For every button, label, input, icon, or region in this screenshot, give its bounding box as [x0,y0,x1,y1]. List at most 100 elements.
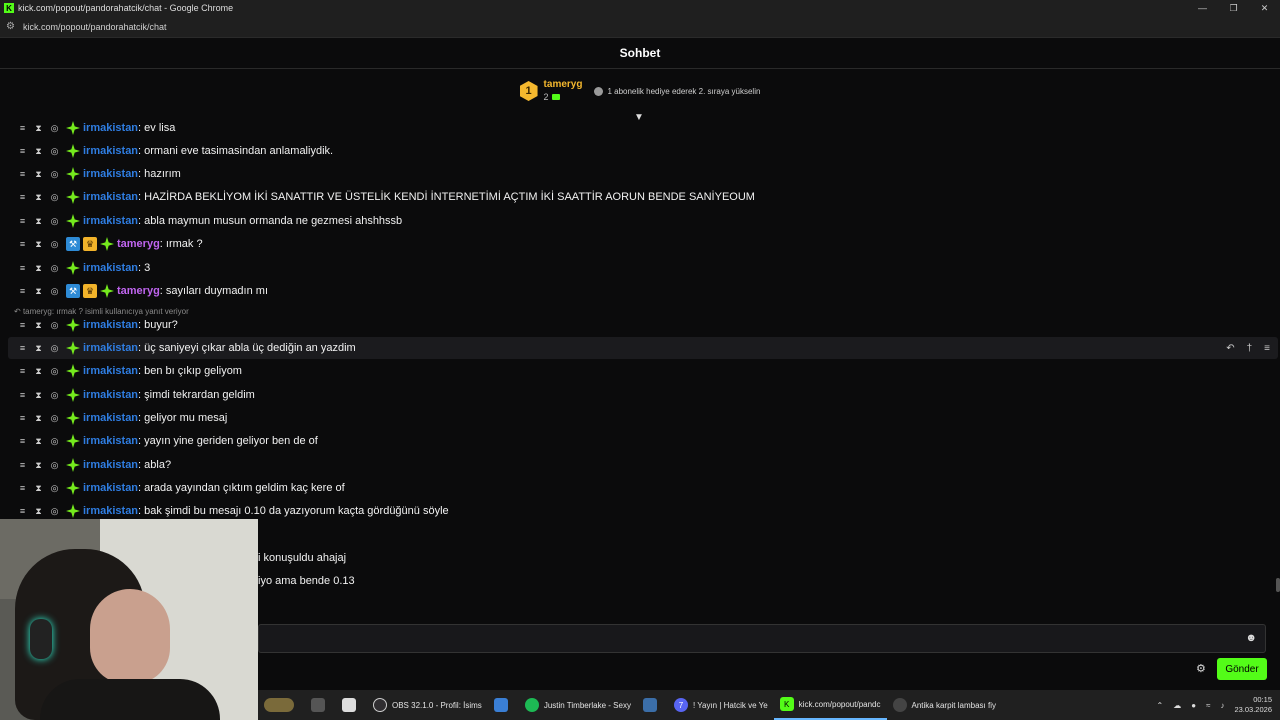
message-username[interactable]: irmakistan [83,435,138,447]
delete-message-icon[interactable]: ≡ [18,123,27,133]
ban-icon[interactable]: ◎ [50,216,59,227]
delete-message-icon[interactable]: ≡ [18,192,27,202]
ban-icon[interactable]: ◎ [50,343,59,354]
ban-icon[interactable]: ◎ [50,436,59,447]
chat-message[interactable]: ≡ ⧗ ◎ irmakistan: üç saniyeyi çıkar abla üç… [8,337,1278,359]
timeout-icon[interactable]: ⧗ [34,390,43,401]
timeout-icon[interactable]: ⧗ [34,436,43,447]
ban-icon[interactable]: ◎ [50,413,59,424]
delete-message-icon[interactable]: ≡ [18,413,27,423]
message-username[interactable]: irmakistan [83,122,138,134]
ban-icon[interactable]: ◎ [50,460,59,471]
timeout-icon[interactable]: ⧗ [34,146,43,157]
ban-icon[interactable]: ◎ [50,123,59,134]
timeout-icon[interactable]: ⧗ [34,192,43,203]
taskbar-discord[interactable]: 7! Yayın | Hatcik ve Ye [668,690,774,720]
message-username[interactable]: tameryg [117,238,160,250]
message-username[interactable]: irmakistan [83,262,138,274]
ban-icon[interactable]: ◎ [50,169,59,180]
pin-icon[interactable]: † [1247,343,1253,354]
chat-message[interactable]: ≡ ⧗ ◎ irmakistan: yayın yine geriden geliyo… [8,430,1278,452]
site-info-icon[interactable]: ⚙ [6,21,15,32]
timeout-icon[interactable]: ⧗ [34,216,43,227]
ban-icon[interactable]: ◎ [50,286,59,297]
clock[interactable]: 00:15 23.03.2026 [1234,695,1272,715]
delete-message-icon[interactable]: ≡ [18,239,27,249]
ban-icon[interactable]: ◎ [50,263,59,274]
taskbar-store[interactable] [488,690,519,720]
message-username[interactable]: irmakistan [83,459,138,471]
timeout-icon[interactable]: ⧗ [34,366,43,377]
timeout-icon[interactable]: ⧗ [34,320,43,331]
gift-leaderboard[interactable]: 1 tameryg 2 1 abonelik hediye ederek 2. … [0,70,1280,112]
delete-message-icon[interactable]: ≡ [18,286,27,296]
chat-message[interactable]: ≡ ⧗ ◎ ⚒ ♛ tameryg: sayıları duymadın mı [8,280,1278,302]
message-username[interactable]: irmakistan [83,389,138,401]
ban-icon[interactable]: ◎ [50,320,59,331]
delete-icon[interactable]: ≡ [1264,343,1270,354]
cloud-icon[interactable]: ☁ [1173,701,1181,710]
timeout-icon[interactable]: ⧗ [34,343,43,354]
message-username[interactable]: irmakistan [83,342,138,354]
chat-message[interactable]: ≡ ⧗ ◎ ⚒ ♛ tameryg: ırmak ? [8,233,1278,255]
chat-message[interactable]: ≡ ⧗ ◎ irmakistan: buyur? [8,314,1278,336]
delete-message-icon[interactable]: ≡ [18,460,27,470]
mic-icon[interactable]: ● [1191,701,1196,710]
chat-message[interactable]: ≡ ⧗ ◎ irmakistan: şimdi tekrardan geldim [8,384,1278,406]
chat-message[interactable]: ≡ ⧗ ◎ irmakistan: geliyor mu mesaj [8,407,1278,429]
taskbar-chrome-kick[interactable]: Kkick.com/popout/pandc [773,690,887,720]
delete-message-icon[interactable]: ≡ [18,263,27,273]
taskbar-spotify[interactable]: Justin Timberlake - Sexy [519,690,637,720]
volume-icon[interactable]: ♪ [1220,701,1224,710]
timeout-icon[interactable]: ⧗ [34,413,43,424]
delete-message-icon[interactable]: ≡ [18,390,27,400]
chat-input[interactable]: ☻ [258,624,1266,653]
chat-settings-icon[interactable]: ⚙ [1196,662,1206,675]
timeout-icon[interactable]: ⧗ [34,286,43,297]
address-bar[interactable]: ⚙ kick.com/popout/pandorahatcik/chat [0,16,1280,38]
delete-message-icon[interactable]: ≡ [18,169,27,179]
chat-message[interactable]: ≡ ⧗ ◎ irmakistan: abla maymun musun ormanda… [8,210,1278,232]
chat-scrollbar[interactable] [1276,578,1280,592]
taskbar-taskview[interactable] [305,690,336,720]
ban-icon[interactable]: ◎ [50,366,59,377]
message-username[interactable]: irmakistan [83,215,138,227]
chat-message[interactable]: ≡ ⧗ ◎ irmakistan: hazırım [8,163,1278,185]
ban-icon[interactable]: ◎ [50,390,59,401]
chat-message[interactable]: ≡ ⧗ ◎ irmakistan: arada yayından çıktım gel… [8,477,1278,499]
delete-message-icon[interactable]: ≡ [18,366,27,376]
timeout-icon[interactable]: ⧗ [34,239,43,250]
chevron-up-icon[interactable]: ⌃ [1157,701,1164,710]
timeout-icon[interactable]: ⧗ [34,169,43,180]
chat-message[interactable]: ≡ ⧗ ◎ irmakistan: abla? [8,454,1278,476]
message-username[interactable]: irmakistan [83,412,138,424]
delete-message-icon[interactable]: ≡ [18,320,27,330]
chat-message[interactable]: ≡ ⧗ ◎ irmakistan: ben bı çıkıp geliyom [8,360,1278,382]
timeout-icon[interactable]: ⧗ [34,506,43,517]
minimize-button[interactable]: — [1187,0,1218,16]
delete-message-icon[interactable]: ≡ [18,146,27,156]
reply-icon[interactable]: ↶ [1226,343,1234,354]
ban-icon[interactable]: ◎ [50,483,59,494]
taskbar-vscode[interactable] [637,690,668,720]
delete-message-icon[interactable]: ≡ [18,483,27,493]
timeout-icon[interactable]: ⧗ [34,483,43,494]
delete-message-icon[interactable]: ≡ [18,216,27,226]
timeout-icon[interactable]: ⧗ [34,123,43,134]
chat-message[interactable]: ≡ ⧗ ◎ irmakistan: HAZİRDA BEKLİYOM İKİ SANA… [8,186,1278,208]
taskbar-burger-app[interactable] [258,690,305,720]
ban-icon[interactable]: ◎ [50,146,59,157]
chat-message[interactable]: ≡ ⧗ ◎ irmakistan: 3 [8,257,1278,279]
close-window-button[interactable]: ✕ [1249,0,1280,16]
message-username[interactable]: irmakistan [83,168,138,180]
taskbar-chatgpt[interactable]: Antika karpit lambası fiy [887,690,1002,720]
timeout-icon[interactable]: ⧗ [34,460,43,471]
timeout-icon[interactable]: ⧗ [34,263,43,274]
send-button[interactable]: Gönder [1217,658,1267,680]
delete-message-icon[interactable]: ≡ [18,436,27,446]
ban-icon[interactable]: ◎ [50,239,59,250]
ban-icon[interactable]: ◎ [50,192,59,203]
message-username[interactable]: irmakistan [83,482,138,494]
message-username[interactable]: irmakistan [83,505,138,517]
chat-message[interactable]: ≡ ⧗ ◎ irmakistan: ormani eve tasimasindan a… [8,140,1278,162]
